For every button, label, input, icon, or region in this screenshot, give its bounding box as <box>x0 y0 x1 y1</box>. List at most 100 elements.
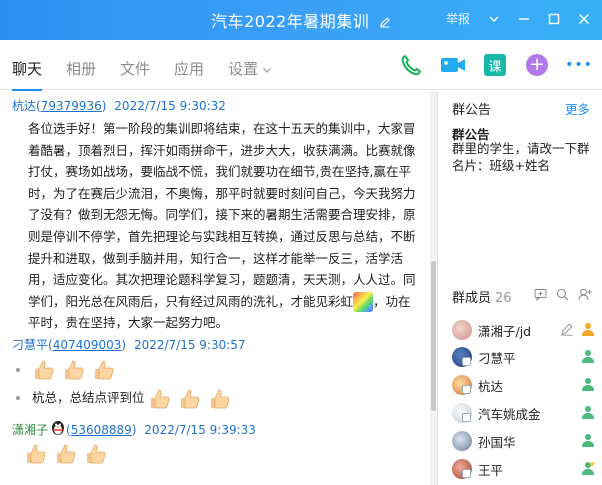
plus-icon: + <box>526 54 548 76</box>
thumbs-up-icon <box>56 444 76 464</box>
tab-album[interactable]: 相册 <box>66 58 96 79</box>
notice-body[interactable]: 群里的学生，请改一下群名片：班级+姓名 <box>452 141 600 174</box>
title-bar: 汽车2022年暑期集训 举报 <box>0 0 602 40</box>
member-row[interactable]: 汽车姚成金 <box>452 402 600 424</box>
sender-uid[interactable]: 407409003 <box>53 338 122 352</box>
thumbs-up-icon <box>86 444 106 464</box>
member-actions <box>580 460 596 479</box>
chat-tools: 课 + ••• <box>398 52 592 78</box>
message-time: 2022/7/15 9:39:33 <box>144 422 256 437</box>
admin-icon <box>580 404 596 423</box>
tab-settings[interactable]: 设置 <box>228 58 272 79</box>
avatar <box>452 320 472 340</box>
member-name: 汽车姚成金 <box>478 406 541 422</box>
avatar <box>452 375 472 395</box>
bullet-dot <box>16 367 20 372</box>
member-row[interactable]: 刁慧平 <box>452 346 600 368</box>
message-text: 杭总，总结点评到位 <box>31 389 145 405</box>
members-count: 26 <box>495 291 512 306</box>
owner-icon <box>580 321 596 340</box>
avatar <box>452 347 472 367</box>
message-text-main: 各位选手好！第一阶段的集训即将结束，在这十五天的集训中，大家冒着酷暑，顶着烈日，… <box>28 121 416 309</box>
tab-apps[interactable]: 应用 <box>174 58 204 79</box>
sender-name[interactable]: 潇湘子 <box>12 423 48 437</box>
thumbs-up-icon <box>94 360 114 380</box>
thumbs-up-icon <box>211 389 230 409</box>
message-content <box>0 440 437 466</box>
avatar <box>452 431 472 451</box>
sender-uid[interactable]: 79379936 <box>41 99 102 113</box>
window-title: 汽车2022年暑期集训 <box>211 12 370 31</box>
member-name: 刁慧平 <box>478 350 516 366</box>
chat-messages[interactable]: 杭达(79379936) 2022/7/15 9:30:32 各位选手好！第一阶… <box>0 91 437 485</box>
sender-name[interactable]: 刁慧平 <box>12 338 48 352</box>
search-member-icon[interactable] <box>556 288 569 304</box>
message-header: 杭达(79379936) 2022/7/15 9:30:32 <box>12 99 226 113</box>
bullet-dot <box>16 396 20 401</box>
message-header: 潇湘子 (53608889) 2022/7/15 9:39:33 <box>0 418 437 440</box>
sender-name[interactable]: 杭达 <box>12 99 36 113</box>
member-actions <box>580 348 596 367</box>
tab-files[interactable]: 文件 <box>120 58 150 79</box>
edit-title-icon[interactable] <box>379 13 391 32</box>
phone-icon[interactable] <box>398 52 424 78</box>
chat-scrollbar[interactable] <box>430 91 437 485</box>
minimize-icon[interactable] <box>516 11 532 27</box>
message-time: 2022/7/15 9:30:57 <box>133 337 246 352</box>
add-member-icon[interactable] <box>578 288 592 304</box>
class-icon: 课 <box>484 54 506 76</box>
admin-icon <box>580 432 596 451</box>
add-topic-icon[interactable] <box>534 288 547 304</box>
avatar <box>452 403 472 423</box>
device-icon <box>462 385 471 394</box>
device-icon <box>462 469 471 478</box>
sender-uid[interactable]: 53608889 <box>71 423 132 437</box>
close-icon[interactable] <box>576 11 592 27</box>
member-name: 孙国华 <box>478 434 516 450</box>
maximize-icon[interactable] <box>546 11 562 27</box>
thumbs-up-emoji-group <box>24 442 110 466</box>
group-side-panel: 群公告 更多 群公告 群里的学生，请改一下群名片：班级+姓名 群成员 26 潇湘子… <box>437 91 602 485</box>
window-controls: 举报 <box>446 10 592 27</box>
chevron-down-icon <box>262 61 272 79</box>
class-button[interactable]: 课 <box>482 52 508 78</box>
tab-chat[interactable]: 聊天 <box>12 58 43 91</box>
thumbs-up-icon <box>181 389 200 409</box>
thumbs-up-emoji-group <box>148 384 234 412</box>
device-icon <box>462 357 471 366</box>
member-row[interactable]: 潇湘子/jd <box>452 319 600 341</box>
thumbs-up-icon <box>64 360 84 380</box>
member-row[interactable]: 王平 <box>452 458 600 480</box>
edit-card-icon[interactable] <box>560 322 574 339</box>
video-call-icon[interactable] <box>440 52 466 78</box>
thumbs-up-icon <box>151 389 171 409</box>
more-button[interactable]: ••• <box>565 52 593 78</box>
add-app-button[interactable]: + <box>524 52 550 78</box>
avatar <box>452 459 472 479</box>
rainbow-emoji <box>353 292 374 313</box>
notice-more-link[interactable]: 更多 <box>565 99 590 118</box>
member-tools <box>534 288 592 304</box>
member-row[interactable]: 杭达 <box>452 374 600 396</box>
members-header: 群成员 26 <box>452 287 512 306</box>
member-actions <box>580 432 596 451</box>
thumbs-up-icon <box>34 360 54 380</box>
chat-scrollbar-thumb[interactable] <box>431 261 436 411</box>
message-header: 刁慧平(407409003) 2022/7/15 9:30:57 <box>12 337 246 352</box>
member-row[interactable]: 孙国华 <box>452 430 600 452</box>
member-actions <box>580 376 596 395</box>
thumbs-up-emoji-group <box>32 358 118 382</box>
message-text: 各位选手好！第一阶段的集训即将结束，在这十五天的集训中，大家冒着酷暑，顶着烈日，… <box>0 115 437 334</box>
tab-bar: 聊天 相册 文件 应用 设置 课 + ••• <box>0 40 602 91</box>
dropdown-chevron-icon[interactable] <box>486 11 502 27</box>
more-dots-icon: ••• <box>565 57 593 73</box>
members-header-label: 群成员 <box>452 291 492 306</box>
notice-header: 群公告 <box>452 103 492 118</box>
message-content: 杭总，总结点评到位 <box>0 354 437 412</box>
tabs: 聊天 相册 文件 应用 设置 <box>12 58 296 91</box>
member-name: 王平 <box>478 462 504 478</box>
admin-star-icon <box>580 460 596 479</box>
device-icon <box>462 413 471 422</box>
member-name: 潇湘子/jd <box>478 323 532 339</box>
report-link[interactable]: 举报 <box>446 10 470 27</box>
